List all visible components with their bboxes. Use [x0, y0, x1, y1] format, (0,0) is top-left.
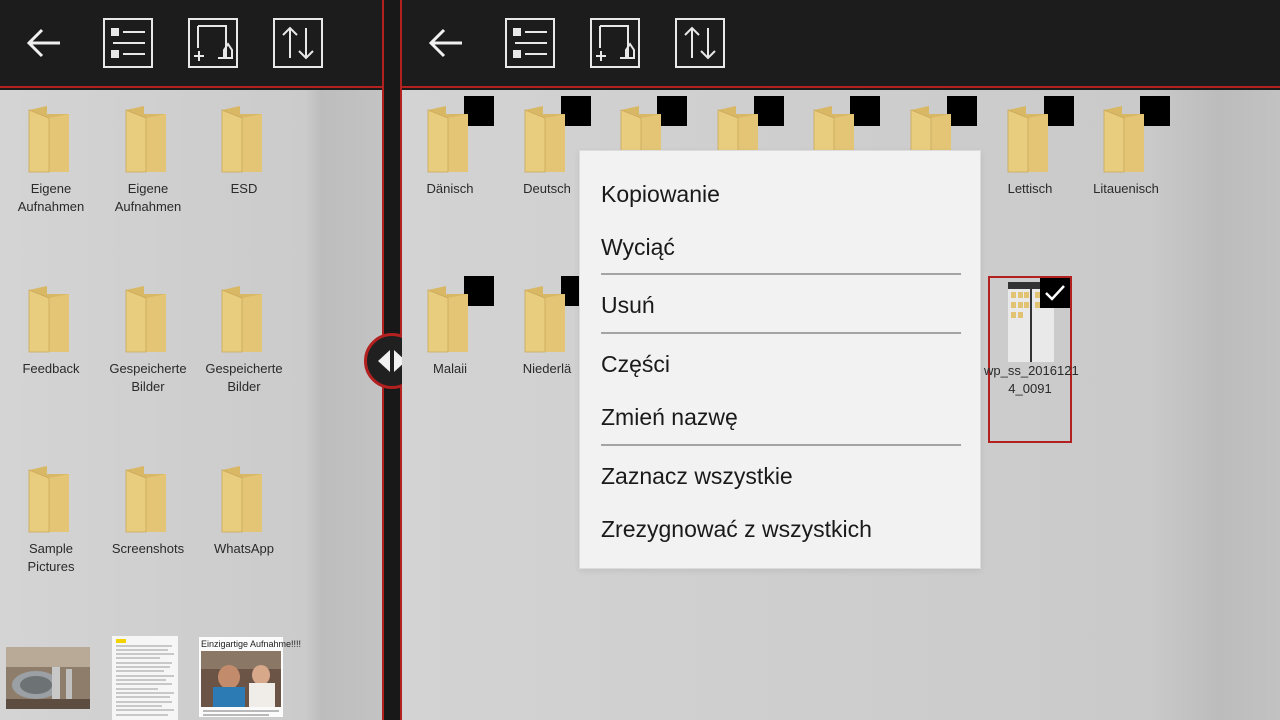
- folder-item[interactable]: Lettisch: [982, 90, 1078, 260]
- folder-icon: [218, 464, 266, 534]
- folder-icon: [25, 284, 73, 354]
- machine-photo-image: [6, 647, 90, 709]
- menu-item-delete[interactable]: Usuń: [601, 290, 655, 320]
- selected-checkmark-icon[interactable]: [1040, 278, 1070, 308]
- folder-item[interactable]: Litauenisch: [1078, 90, 1174, 260]
- folder-label: Eigene Aufnahmen: [114, 181, 182, 214]
- folder-icon: [25, 464, 73, 534]
- folder-icon: [122, 464, 170, 534]
- left-toolbar: [0, 0, 382, 88]
- folder-icon: [521, 284, 569, 354]
- list-view-icon[interactable]: [505, 18, 555, 68]
- context-menu: Kopiowanie Wyciąć Usuń Części Zmień nazw…: [579, 150, 981, 569]
- menu-item-copy[interactable]: Kopiowanie: [601, 179, 720, 209]
- folder-icon: [122, 104, 170, 174]
- menu-item-cut[interactable]: Wyciąć: [601, 232, 675, 262]
- folder-label: Feedback: [22, 361, 80, 376]
- folder-item[interactable]: ESD: [196, 90, 292, 260]
- folder-icon: [424, 284, 472, 354]
- back-arrow-icon[interactable]: [422, 18, 472, 68]
- menu-item-rename[interactable]: Zmień nazwę: [601, 402, 738, 432]
- back-arrow-icon[interactable]: [20, 18, 70, 68]
- folder-label: Litauenisch: [1093, 181, 1159, 196]
- folder-icon: [218, 104, 266, 174]
- menu-item-deselect-all[interactable]: Zrezygnować z wszystkich: [601, 514, 872, 544]
- folder-icon: [424, 104, 472, 174]
- folder-item[interactable]: Eigene Aufnahmen: [3, 90, 99, 260]
- folder-label: ESD: [230, 181, 258, 196]
- folder-item[interactable]: Gespeicherte Bilder: [100, 270, 196, 440]
- right-toolbar: [402, 0, 1280, 88]
- folder-item[interactable]: Sample Pictures: [3, 450, 99, 620]
- sort-icon[interactable]: [273, 18, 323, 68]
- left-pane: Eigene Aufnahmen Eigene Aufnahmen ESD Fe…: [0, 0, 382, 720]
- folder-label: Dänisch: [426, 181, 474, 196]
- folder-label: WhatsApp: [214, 541, 274, 556]
- menu-separator: [601, 273, 961, 275]
- folder-item[interactable]: Dänisch: [402, 90, 498, 260]
- folder-label: Screenshots: [111, 541, 185, 556]
- image-thumbnail[interactable]: [6, 647, 90, 709]
- folder-icon: [25, 104, 73, 174]
- folder-label: Malaii: [433, 361, 467, 376]
- image-thumbnail[interactable]: Einzigartige Aufnahme!!!!: [199, 637, 301, 717]
- folder-item[interactable]: Malaii: [402, 270, 498, 440]
- menu-separator: [601, 332, 961, 334]
- folder-item[interactable]: Eigene Aufnahmen: [100, 90, 196, 260]
- folder-label: Gespeicherte Bilder: [109, 361, 187, 394]
- photo-post-image: [201, 651, 281, 716]
- folder-label: Lettisch: [1007, 181, 1053, 196]
- thumbnail-caption: Einzigartige Aufnahme!!!!: [201, 639, 302, 649]
- new-folder-icon[interactable]: [188, 18, 238, 68]
- folder-label: Gespeicherte Bilder: [205, 361, 283, 394]
- folder-item[interactable]: Feedback: [3, 270, 99, 440]
- folder-item[interactable]: WhatsApp: [196, 450, 292, 620]
- list-view-icon[interactable]: [103, 18, 153, 68]
- new-folder-icon[interactable]: [590, 18, 640, 68]
- folder-label: Sample Pictures: [27, 541, 75, 574]
- text-document-image: [112, 636, 178, 720]
- folder-item[interactable]: Screenshots: [100, 450, 196, 620]
- image-thumbnail[interactable]: [112, 636, 178, 720]
- file-label: wp_ss_2016121 4_0091: [984, 363, 1079, 396]
- folder-label: Eigene Aufnahmen: [17, 181, 85, 214]
- menu-separator: [601, 444, 961, 446]
- folder-icon: [521, 104, 569, 174]
- folder-item[interactable]: Gespeicherte Bilder: [196, 270, 292, 440]
- menu-item-select-all[interactable]: Zaznacz wszystkie: [601, 461, 793, 491]
- folder-icon: [1004, 104, 1052, 174]
- menu-item-share[interactable]: Części: [601, 349, 670, 379]
- folder-icon: [218, 284, 266, 354]
- sort-icon[interactable]: [675, 18, 725, 68]
- selected-file-item[interactable]: wp_ss_2016121 4_0091: [984, 276, 1079, 443]
- folder-icon: [1100, 104, 1148, 174]
- folder-icon: [122, 284, 170, 354]
